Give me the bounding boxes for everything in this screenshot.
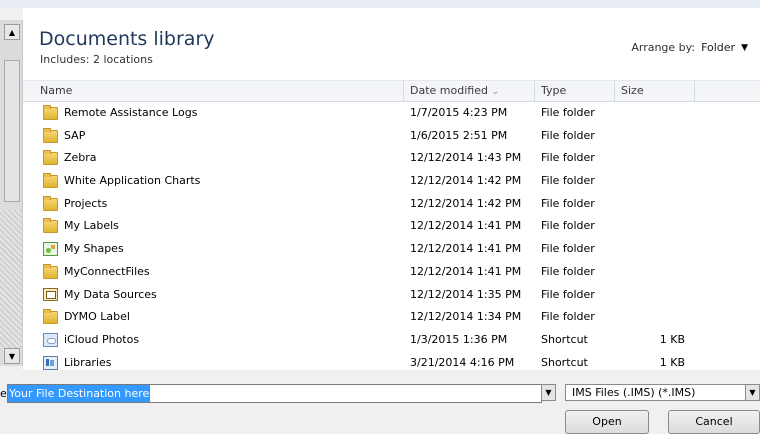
file-name: Projects xyxy=(64,196,108,210)
data-sources-icon xyxy=(43,288,58,302)
scroll-down-arrow-icon: ▼ xyxy=(8,351,16,361)
arrange-by[interactable]: Arrange by: Folder ▼ xyxy=(631,41,748,54)
file-name: MyConnectFiles xyxy=(64,264,150,278)
file-name: Zebra xyxy=(64,151,97,165)
file-type: File folder xyxy=(541,174,595,188)
cancel-button[interactable]: Cancel xyxy=(668,410,760,434)
file-name: My Shapes xyxy=(64,242,124,256)
file-date: 12/12/2014 1:43 PM xyxy=(410,151,522,165)
file-date: 12/12/2014 1:34 PM xyxy=(410,310,522,324)
column-header: Name Date modified ⌄ Type Size xyxy=(23,80,760,102)
file-type: File folder xyxy=(541,287,595,301)
file-type: File folder xyxy=(541,219,595,233)
list-item[interactable]: My Shapes 12/12/2014 1:41 PM File folder xyxy=(23,238,760,261)
scroll-up-arrow-icon: ▲ xyxy=(8,27,16,37)
file-type: File folder xyxy=(541,106,595,119)
filename-input[interactable]: Your File Destination here xyxy=(7,384,542,403)
column-header-size[interactable]: Size xyxy=(615,81,695,101)
arrange-by-value[interactable]: Folder xyxy=(701,41,735,54)
folder-icon xyxy=(43,195,58,211)
sort-arrow-icon: ⌄ xyxy=(491,87,499,97)
scroll-up-button[interactable]: ▲ xyxy=(4,24,20,40)
file-type: File folder xyxy=(541,196,595,210)
filetype-value: IMS Files (.IMS) (*.IMS) xyxy=(572,386,696,399)
file-list-pane: Documents library Includes: 2 locations … xyxy=(23,8,760,370)
file-date: 12/12/2014 1:41 PM xyxy=(410,264,522,278)
file-date: 1/6/2015 2:51 PM xyxy=(410,128,508,142)
file-type: Shortcut xyxy=(541,332,588,346)
file-name: DYMO Label xyxy=(64,310,130,324)
file-date: 12/12/2014 1:41 PM xyxy=(410,242,522,256)
folder-icon xyxy=(43,127,58,143)
filetype-select[interactable]: IMS Files (.IMS) (*.IMS) xyxy=(565,384,760,401)
chevron-down-icon: ▼ xyxy=(749,388,756,397)
file-size: 1 KB xyxy=(659,332,685,346)
file-date: 12/12/2014 1:35 PM xyxy=(410,287,522,301)
list-item[interactable]: SAP 1/6/2015 2:51 PM File folder xyxy=(23,125,760,148)
window-top-strip xyxy=(0,0,760,8)
list-item[interactable]: MyConnectFiles 12/12/2014 1:41 PM File f… xyxy=(23,261,760,284)
file-type: File folder xyxy=(541,310,595,324)
file-date: 12/12/2014 1:41 PM xyxy=(410,219,522,233)
chevron-down-icon: ▼ xyxy=(545,388,552,397)
column-header-date-modified[interactable]: Date modified ⌄ xyxy=(404,81,535,101)
filename-value: Your File Destination here xyxy=(8,385,151,402)
list-item[interactable]: Projects 12/12/2014 1:42 PM File folder xyxy=(23,193,760,216)
list-item[interactable]: DYMO Label 12/12/2014 1:34 PM File folde… xyxy=(23,306,760,329)
list-item[interactable]: My Labels 12/12/2014 1:41 PM File folder xyxy=(23,215,760,238)
file-type: File folder xyxy=(541,128,595,142)
list-item[interactable]: My Data Sources 12/12/2014 1:35 PM File … xyxy=(23,284,760,307)
file-name: Remote Assistance Logs xyxy=(64,106,198,119)
file-date: 1/3/2015 1:36 PM xyxy=(410,332,508,346)
file-type: File folder xyxy=(541,264,595,278)
dialog-footer: e: Your File Destination here ▼ IMS File… xyxy=(0,370,760,434)
scroll-thumb[interactable] xyxy=(4,60,20,202)
shapes-folder-icon xyxy=(43,242,58,257)
file-type: File folder xyxy=(541,242,595,256)
folder-icon xyxy=(43,104,58,120)
list-item[interactable]: Remote Assistance Logs 1/7/2015 4:23 PM … xyxy=(23,102,760,125)
file-date: 12/12/2014 1:42 PM xyxy=(410,196,522,210)
filename-dropdown-button[interactable]: ▼ xyxy=(541,384,556,401)
folder-icon xyxy=(43,172,58,188)
scroll-track[interactable] xyxy=(0,210,22,350)
folder-icon xyxy=(43,263,58,279)
scroll-down-button[interactable]: ▼ xyxy=(4,348,20,364)
list-item[interactable]: White Application Charts 12/12/2014 1:42… xyxy=(23,170,760,193)
chevron-down-icon[interactable]: ▼ xyxy=(741,43,748,53)
column-header-type[interactable]: Type xyxy=(535,81,615,101)
arrange-by-label: Arrange by: xyxy=(631,41,696,54)
list-item[interactable]: iCloud Photos 1/3/2015 1:36 PM Shortcut … xyxy=(23,329,760,352)
file-name: White Application Charts xyxy=(64,174,201,188)
file-date: 12/12/2014 1:42 PM xyxy=(410,174,522,188)
list-item[interactable]: Zebra 12/12/2014 1:43 PM File folder xyxy=(23,147,760,170)
file-name: SAP xyxy=(64,128,86,142)
file-name: My Labels xyxy=(64,219,119,233)
folder-icon xyxy=(43,150,58,166)
navigation-pane-scrollbar[interactable]: ▲ ▼ xyxy=(0,20,23,366)
library-title: Documents library xyxy=(39,28,215,50)
open-button[interactable]: Open xyxy=(565,410,649,434)
library-subtitle[interactable]: Includes: 2 locations xyxy=(40,53,153,66)
libraries-shortcut-icon xyxy=(43,355,58,370)
file-list: Remote Assistance Logs 1/7/2015 4:23 PM … xyxy=(23,102,760,374)
file-type: File folder xyxy=(541,151,595,165)
file-name: iCloud Photos xyxy=(64,332,140,346)
column-header-name[interactable]: Name xyxy=(23,81,404,101)
file-date: 1/7/2015 4:23 PM xyxy=(410,106,508,119)
filetype-dropdown-button[interactable]: ▼ xyxy=(745,384,760,401)
icloud-shortcut-icon xyxy=(43,333,58,348)
folder-icon xyxy=(43,218,58,234)
folder-icon xyxy=(43,309,58,325)
file-name: My Data Sources xyxy=(64,287,157,301)
